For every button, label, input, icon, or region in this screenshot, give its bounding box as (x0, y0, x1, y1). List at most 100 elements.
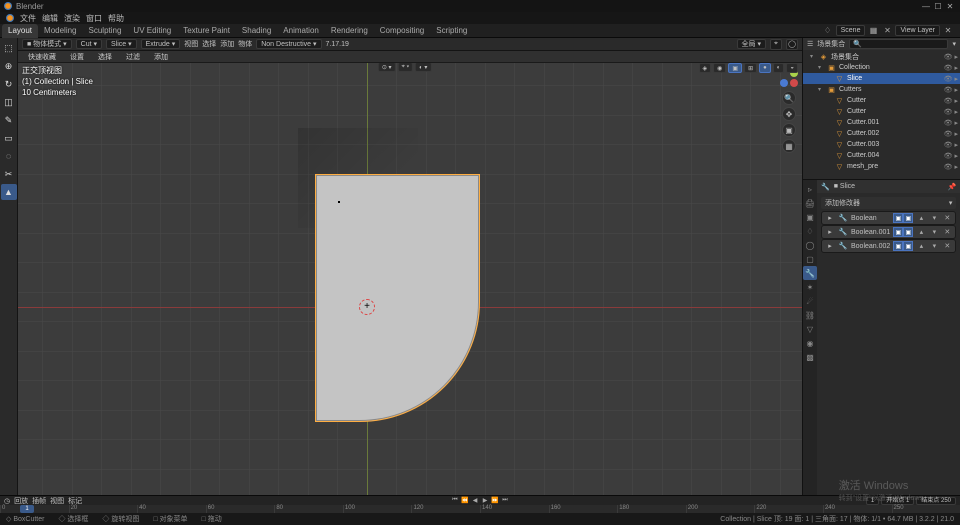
pivot-dropdown[interactable]: ⊙ ▾ (378, 63, 396, 72)
outliner-row[interactable]: ▾◈场景集合👁▸ (803, 51, 960, 62)
vp-menu-select[interactable]: 选择 (202, 39, 216, 49)
next-key-button[interactable]: ⏩ (491, 497, 500, 505)
disclosure-triangle-icon[interactable]: ▾ (818, 86, 824, 93)
prop-tab-scene[interactable]: ♢ (803, 224, 817, 238)
scene-browse-icon[interactable]: ▦ (867, 25, 879, 37)
eye-icon[interactable]: 👁 (944, 141, 953, 149)
shading-matpreview[interactable]: ◐ (773, 63, 785, 73)
mod-delete-icon[interactable]: ✕ (942, 241, 952, 251)
eye-icon[interactable]: 👁 (944, 119, 953, 127)
tab-animation[interactable]: Animation (277, 24, 325, 38)
tool-select-box[interactable]: ⬚ (1, 40, 17, 56)
eye-icon[interactable]: 👁 (944, 86, 953, 94)
mod-move-up-icon[interactable]: ▴ (916, 213, 926, 223)
mod-realtime-toggle[interactable]: ▣ (893, 241, 903, 251)
prop-tab-output[interactable]: 🖨 (803, 196, 817, 210)
selectable-icon[interactable]: ▸ (954, 53, 958, 61)
persp-button[interactable]: ▦ (782, 139, 796, 153)
blender-menu-logo-icon[interactable] (6, 14, 14, 22)
prop-tab-modifiers[interactable]: 🔧 (803, 266, 817, 280)
gizmo-dropdown[interactable]: ◐ ▾ (415, 63, 431, 72)
prop-tab-physics[interactable]: ☄ (803, 294, 817, 308)
sub-fav[interactable]: 快速收藏 (24, 52, 60, 62)
playhead[interactable]: 1 (20, 505, 34, 513)
play-button[interactable]: ▶ (481, 497, 490, 505)
tool-annotate[interactable]: ◌ (1, 148, 17, 164)
tool-transform[interactable]: ▭ (1, 130, 17, 146)
menu-edit[interactable]: 编辑 (42, 13, 58, 24)
mod-delete-icon[interactable]: ✕ (942, 227, 952, 237)
mod-delete-icon[interactable]: ✕ (942, 213, 952, 223)
shading-solid[interactable]: ● (759, 63, 771, 73)
selectable-icon[interactable]: ▸ (954, 163, 958, 171)
gizmo-x-axis-icon[interactable] (790, 79, 798, 87)
eye-icon[interactable]: 👁 (944, 130, 953, 138)
tl-playback[interactable]: 回放 (14, 496, 28, 506)
gizmo-z-axis-icon[interactable] (780, 79, 788, 87)
zoom-button[interactable]: 🔍 (782, 91, 796, 105)
scene-selector[interactable]: Scene (836, 25, 866, 36)
mod-move-down-icon[interactable]: ▾ (929, 227, 939, 237)
modifier-item[interactable]: ▸🔧Boolean.002▣▣▴▾✕ (821, 239, 956, 253)
mod-move-up-icon[interactable]: ▴ (916, 227, 926, 237)
outliner-tree[interactable]: ▾◈场景集合👁▸▾▣Collection👁▸ ▽Slice👁▸▾▣Cutters… (803, 50, 960, 179)
boxcutter-cut[interactable]: Cut ▾ (76, 39, 102, 49)
selectable-icon[interactable]: ▸ (954, 130, 958, 138)
prop-tab-texture[interactable]: ▩ (803, 350, 817, 364)
outliner-row[interactable]: ▽Cutter👁▸ (803, 95, 960, 106)
proportional-toggle[interactable]: ◯ (786, 39, 798, 50)
vp-menu-object[interactable]: 物体 (238, 39, 252, 49)
snap-dropdown[interactable]: ⌖ ▾ (398, 63, 414, 72)
menu-help[interactable]: 帮助 (108, 13, 124, 24)
hardops-menu[interactable]: Non Destructive ▾ (256, 39, 321, 49)
selectable-icon[interactable]: ▸ (954, 108, 958, 116)
sub-filter[interactable]: 过滤 (122, 52, 144, 62)
shading-rendered[interactable]: ◒ (786, 63, 798, 73)
tool-boxcutter[interactable]: ▲ (1, 184, 17, 200)
play-rev-button[interactable]: ◀ (471, 497, 480, 505)
outliner-row[interactable]: ▾▣Collection👁▸ (803, 62, 960, 73)
vp-menu-add[interactable]: 添加 (220, 39, 234, 49)
eye-icon[interactable]: 👁 (944, 163, 953, 171)
selectable-icon[interactable]: ▸ (954, 86, 958, 94)
jump-end-button[interactable]: ⏭ (501, 497, 510, 505)
tab-uv[interactable]: UV Editing (127, 24, 177, 38)
selectable-icon[interactable]: ▸ (954, 75, 958, 83)
mod-move-up-icon[interactable]: ▴ (916, 241, 926, 251)
viewlayer-new-icon[interactable]: ✕ (942, 25, 954, 37)
tab-compositing[interactable]: Compositing (374, 24, 430, 38)
menu-file[interactable]: 文件 (20, 13, 36, 24)
tl-marker[interactable]: 标记 (68, 496, 82, 506)
mode-dropdown[interactable]: ■ 物体模式 ▾ (22, 39, 72, 49)
snap-toggle[interactable]: ⌖ (770, 39, 782, 50)
selectable-icon[interactable]: ▸ (954, 97, 958, 105)
window-maximize-button[interactable]: ☐ (932, 1, 944, 11)
modifier-name-label[interactable]: Boolean (851, 215, 890, 222)
eye-icon[interactable]: 👁 (944, 64, 953, 72)
camera-button[interactable]: ▣ (782, 123, 796, 137)
boxcutter-extrude[interactable]: Extrude ▾ (141, 39, 181, 49)
menu-window[interactable]: 窗口 (86, 13, 102, 24)
eye-icon[interactable]: 👁 (944, 97, 953, 105)
selectable-icon[interactable]: ▸ (954, 64, 958, 72)
tab-rendering[interactable]: Rendering (325, 24, 374, 38)
tool-cursor[interactable]: ⊕ (1, 58, 17, 74)
prop-tab-material[interactable]: ◉ (803, 336, 817, 350)
tab-layout[interactable]: Layout (2, 24, 38, 38)
tool-scale[interactable]: ✎ (1, 112, 17, 128)
prop-tab-world[interactable]: ◯ (803, 238, 817, 252)
mod-realtime-toggle[interactable]: ▣ (893, 213, 903, 223)
mod-move-down-icon[interactable]: ▾ (929, 213, 939, 223)
prop-tab-viewlayer[interactable]: ▣ (803, 210, 817, 224)
outliner-row[interactable]: ▽Cutter.003👁▸ (803, 139, 960, 150)
menu-render[interactable]: 渲染 (64, 13, 80, 24)
outliner-row[interactable]: ▽mesh_pre👁▸ (803, 161, 960, 172)
timeline-editor-icon[interactable]: ◷ (4, 497, 10, 505)
prop-tab-object[interactable]: ▢ (803, 252, 817, 266)
eye-icon[interactable]: 👁 (944, 152, 953, 160)
outliner-row[interactable]: ▽Cutter.002👁▸ (803, 128, 960, 139)
tool-measure[interactable]: ✂ (1, 166, 17, 182)
vp-menu-view[interactable]: 视图 (184, 39, 198, 49)
tab-modeling[interactable]: Modeling (38, 24, 82, 38)
outliner-row[interactable]: ▽Cutter.001👁▸ (803, 117, 960, 128)
